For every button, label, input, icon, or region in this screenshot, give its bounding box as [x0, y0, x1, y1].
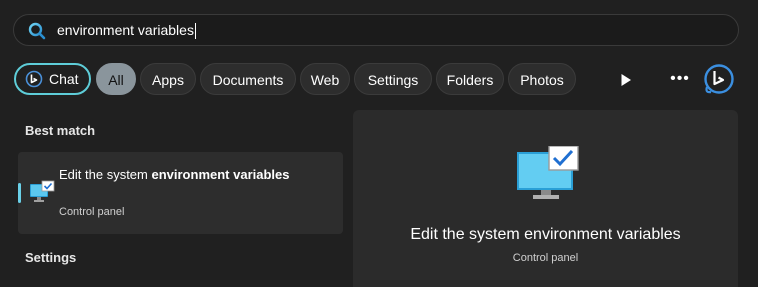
filter-folders-label: Folders [446, 72, 494, 88]
preview-subtitle: Control panel [512, 252, 579, 264]
filter-documents-label: Documents [212, 72, 284, 88]
filter-settings[interactable]: Settings [354, 63, 432, 95]
best-match-subtitle: Control panel [59, 206, 125, 218]
filter-web-label: Web [310, 72, 340, 88]
search-window: environment variables Chat All Apps Docu… [0, 0, 758, 287]
bing-icon[interactable] [703, 63, 735, 95]
selection-indicator [18, 183, 21, 203]
text-caret [194, 23, 196, 40]
search-input-text: environment variables [57, 22, 194, 38]
filter-settings-label: Settings [367, 72, 419, 88]
best-match-result[interactable]: Edit the system environment variables Co… [18, 152, 343, 234]
play-icon[interactable] [620, 73, 632, 87]
best-match-title-bold: environment variables [151, 167, 290, 182]
filter-photos-label: Photos [520, 72, 564, 88]
filter-folders[interactable]: Folders [436, 63, 504, 95]
preview-pane: Edit the system environment variables Co… [353, 110, 738, 287]
bing-chat-icon [25, 70, 43, 88]
section-settings: Settings [25, 250, 77, 265]
search-input[interactable]: environment variables [57, 15, 196, 45]
preview-title: Edit the system environment variables [410, 226, 681, 243]
system-properties-monitor-icon [30, 180, 55, 202]
search-box[interactable]: environment variables [13, 14, 739, 46]
filter-chat-label: Chat [49, 71, 79, 87]
filter-apps[interactable]: Apps [140, 63, 196, 95]
filter-chat[interactable]: Chat [14, 63, 91, 95]
more-icon[interactable]: ••• [670, 71, 690, 87]
filter-apps-label: Apps [152, 72, 184, 88]
filter-web[interactable]: Web [300, 63, 350, 95]
search-icon [28, 22, 46, 40]
filter-all[interactable]: All [96, 63, 136, 95]
best-match-title: Edit the system environment variables [59, 165, 319, 185]
filter-all-label: All [108, 72, 124, 88]
filter-documents[interactable]: Documents [200, 63, 296, 95]
section-best-match: Best match [25, 123, 96, 138]
system-properties-monitor-icon [517, 146, 579, 199]
best-match-title-prefix: Edit the system [59, 167, 152, 182]
filter-photos[interactable]: Photos [508, 63, 576, 95]
